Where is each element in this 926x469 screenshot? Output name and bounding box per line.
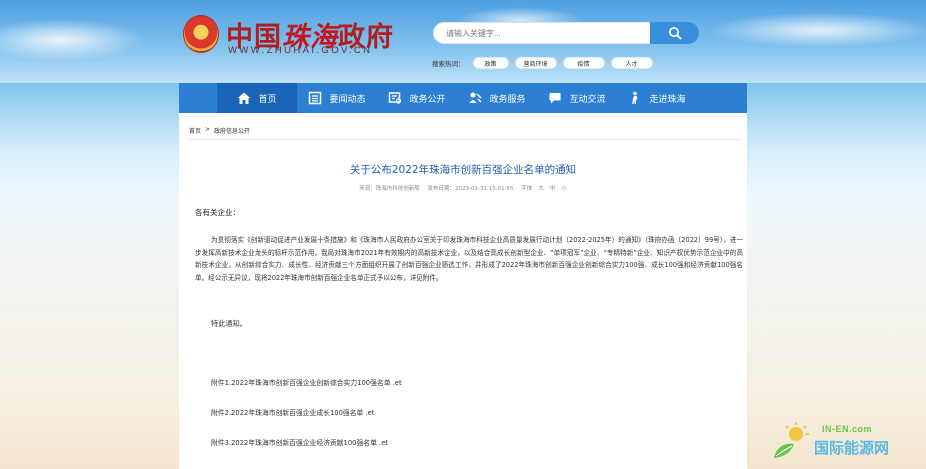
watermark-cn: 国际能源网 bbox=[814, 439, 890, 457]
watermark: IN-EN.com 国际能源网 bbox=[770, 420, 920, 465]
news-icon bbox=[309, 91, 322, 105]
main-nav: 首页 要闻动态 政务公开 政务服务 互动交流 走进珠海 bbox=[179, 83, 747, 113]
search-input[interactable] bbox=[446, 28, 636, 38]
article-title: 关于公布2022年珠海市创新百强企业名单的通知 bbox=[349, 164, 577, 176]
walk-icon bbox=[632, 91, 638, 104]
nav-label-zhuhai: 走进珠海 bbox=[649, 94, 686, 105]
attachment-link-2[interactable]: 附件2.2022年珠海市创新百强企业成长100强名单 .et bbox=[211, 407, 374, 417]
search-icon bbox=[668, 27, 681, 40]
nav-label-service: 政务服务 bbox=[489, 94, 526, 105]
hot-tag-epidemic[interactable]: 疫情 bbox=[562, 57, 605, 69]
nav-item-open-gov[interactable]: 政务公开 bbox=[377, 83, 457, 113]
font-size-medium[interactable]: 中 bbox=[550, 186, 556, 192]
nav-item-zhuhai[interactable]: 走进珠海 bbox=[617, 83, 697, 113]
search-box[interactable] bbox=[433, 22, 651, 44]
article-source: 来源：珠海市科技创新局 bbox=[359, 186, 420, 192]
breadcrumb-divider bbox=[187, 139, 739, 140]
article-body: 为贯彻落实《创新驱动促进产业发展十条措施》和《珠海市人民政府办公室关于印发珠海市… bbox=[195, 236, 743, 282]
sun-leaf-logo-icon bbox=[774, 422, 809, 458]
breadcrumb-home[interactable]: 首页 bbox=[189, 126, 201, 135]
attachment-link-3[interactable]: 附件3.2022年珠海市创新百强企业经济贡献100强名单 .et bbox=[211, 437, 388, 447]
breadcrumb-current[interactable]: 政府信息公开 bbox=[214, 126, 250, 135]
article-date: 发布日期：2023-01-31 15:01:55 bbox=[427, 186, 514, 192]
article-meta: 来源：珠海市科技创新局 发布日期：2023-01-31 15:01:55 字体大… bbox=[179, 184, 747, 192]
nav-label-home: 首页 bbox=[258, 94, 277, 105]
hot-search-label: 搜索热词： bbox=[432, 61, 465, 68]
article-salutation: 各有关企业： bbox=[195, 208, 240, 217]
nav-item-interaction[interactable]: 互动交流 bbox=[537, 83, 617, 113]
nav-item-home[interactable]: 首页 bbox=[217, 83, 297, 113]
article-panel: 首页 > 政府信息公开 关于公布2022年珠海市创新百强企业名单的通知 来源：珠… bbox=[179, 113, 747, 469]
nav-label-interaction: 互动交流 bbox=[569, 94, 606, 105]
hot-tag-talent[interactable]: 人才 bbox=[610, 57, 653, 69]
nav-label-open-gov: 政务公开 bbox=[409, 94, 446, 105]
site-header: 中国珠海政府 WWW.ZHUHAI.GOV.CN 搜索热词： 政策 营商环境 疫… bbox=[0, 0, 926, 83]
open-gov-icon bbox=[389, 92, 402, 104]
nav-item-news[interactable]: 要闻动态 bbox=[297, 83, 377, 113]
watermark-en: IN-EN.com bbox=[822, 424, 873, 434]
font-size-large[interactable]: 大 bbox=[538, 186, 544, 192]
font-size-label: 字体 bbox=[521, 186, 533, 192]
service-icon bbox=[469, 92, 482, 103]
attachment-link-1[interactable]: 附件1.2022年珠海市创新百强企业创新综合实力100强名单 .et bbox=[211, 377, 402, 387]
home-icon bbox=[238, 92, 251, 104]
hot-tag-policy[interactable]: 政策 bbox=[472, 57, 509, 69]
hot-search-row: 搜索热词： 政策 营商环境 疫情 人才 bbox=[432, 57, 653, 69]
breadcrumb: 首页 > 政府信息公开 bbox=[189, 126, 250, 135]
hot-tag-business[interactable]: 营商环境 bbox=[514, 57, 557, 69]
nav-item-service[interactable]: 政务服务 bbox=[457, 83, 537, 113]
breadcrumb-separator: > bbox=[205, 126, 211, 133]
logo-url: WWW.ZHUHAI.GOV.CN bbox=[228, 45, 373, 56]
nav-label-news: 要闻动态 bbox=[329, 94, 366, 105]
article-notice: 特此通知。 bbox=[211, 319, 247, 328]
national-emblem-icon bbox=[183, 15, 219, 53]
font-size-small[interactable]: 小 bbox=[561, 186, 567, 192]
search-button[interactable] bbox=[650, 22, 699, 44]
chat-icon bbox=[549, 93, 561, 104]
